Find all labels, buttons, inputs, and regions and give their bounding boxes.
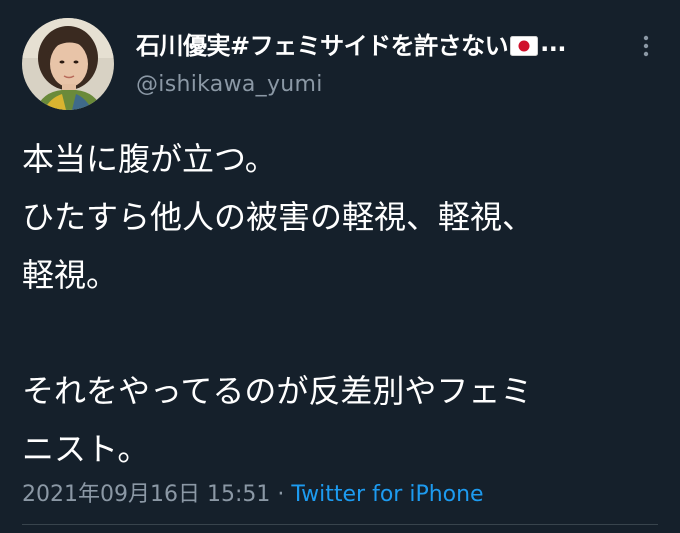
name-truncation: ...: [540, 29, 566, 57]
tweet: 石川優実#フェミサイドを許さない ... @ishikawa_yumi 本当に腹…: [0, 0, 680, 533]
vertical-dots-icon: [643, 35, 649, 57]
tweet-meta: 2021年09月16日 15:51 · Twitter for iPhone: [22, 476, 484, 508]
tweet-line: 本当に腹が立つ。: [22, 140, 277, 178]
tweet-text: 本当に腹が立つ。 ひたすら他人の被害の軽視、軽視、 軽視。 それをやってるのが反…: [22, 130, 662, 478]
avatar-photo: [22, 18, 114, 110]
timestamp[interactable]: 2021年09月16日 15:51: [22, 482, 270, 507]
display-name[interactable]: 石川優実#フェミサイドを許さない: [136, 26, 509, 61]
tweet-line: それをやってるのが反差別やフェミ: [22, 372, 533, 410]
display-name-row[interactable]: 石川優実#フェミサイドを許さない ...: [136, 26, 616, 60]
user-handle[interactable]: @ishikawa_yumi: [136, 72, 616, 97]
source-link[interactable]: Twitter for iPhone: [291, 482, 483, 507]
tweet-line: ニスト。: [22, 430, 150, 468]
japan-flag-icon: [510, 34, 539, 56]
divider: [22, 524, 658, 525]
more-options-button[interactable]: [634, 32, 658, 60]
tweet-line: ひたすら他人の被害の軽視、軽視、: [22, 198, 535, 236]
meta-separator: ·: [270, 482, 292, 507]
tweet-line: 軽視。: [22, 256, 119, 294]
author-block: 石川優実#フェミサイドを許さない ... @ishikawa_yumi: [136, 26, 616, 97]
avatar[interactable]: [22, 18, 114, 110]
